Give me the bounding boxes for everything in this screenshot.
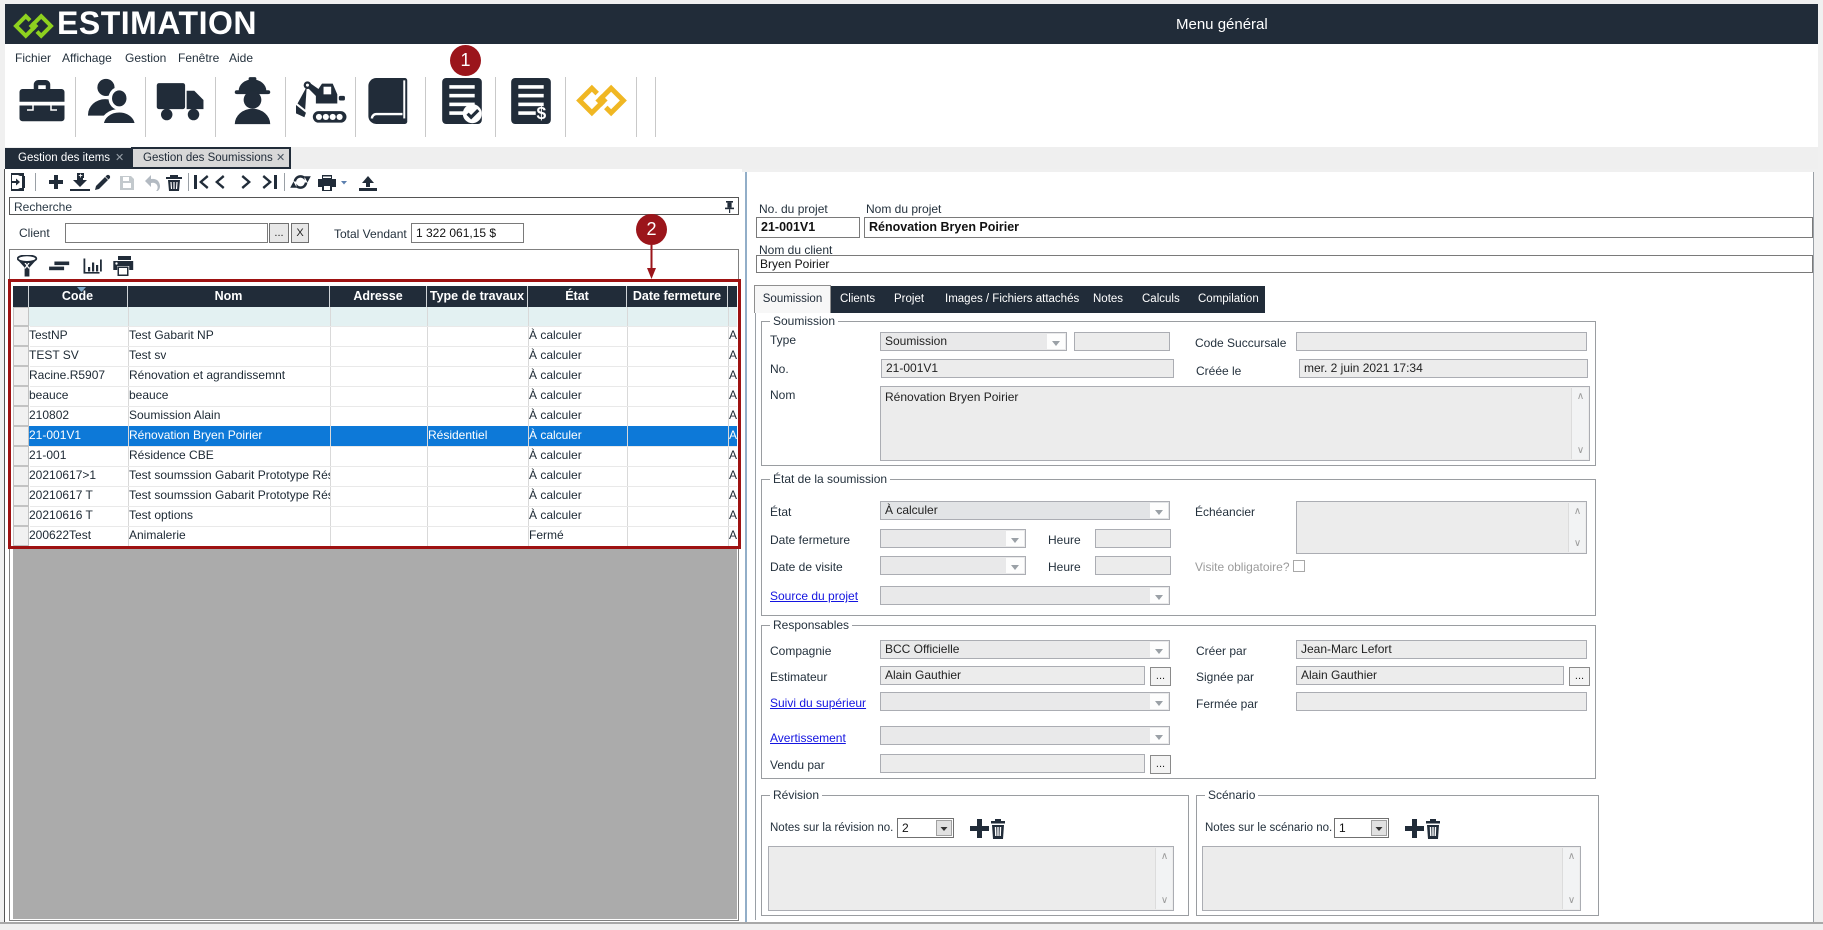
svg-text:$: $ xyxy=(536,103,546,123)
svg-text:+: + xyxy=(78,173,82,180)
svg-text:x: x xyxy=(24,261,30,272)
